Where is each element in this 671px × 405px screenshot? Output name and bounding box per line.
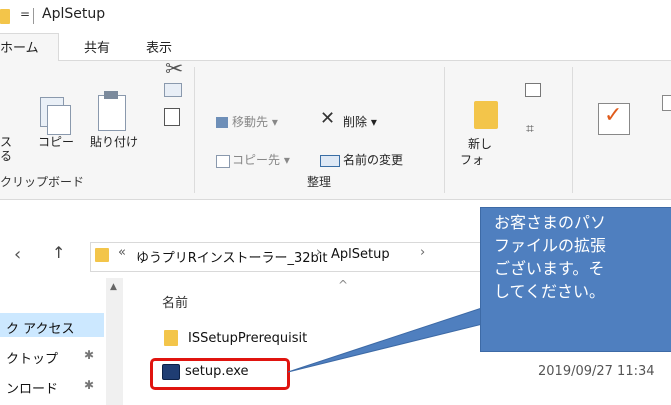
callout-text: お客さまのパソ ファイルの拡張 ございます。そ してください。 — [494, 213, 607, 301]
